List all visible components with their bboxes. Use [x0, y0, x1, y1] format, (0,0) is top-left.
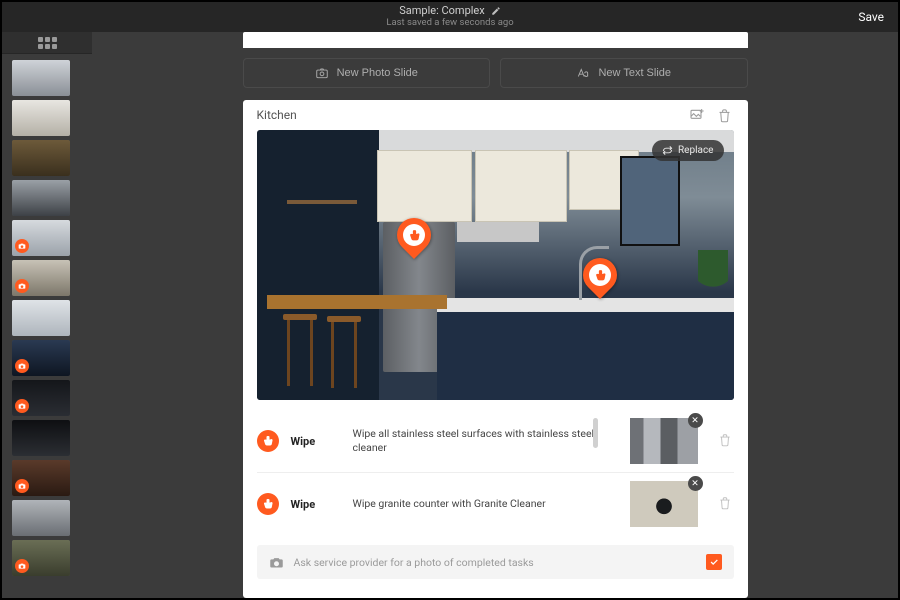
- remove-thumb-button[interactable]: ✕: [688, 413, 703, 428]
- task-marker[interactable]: [583, 258, 617, 300]
- wipe-icon: [257, 430, 279, 452]
- camera-badge-icon: [15, 479, 29, 493]
- task-name: Wipe: [291, 498, 341, 511]
- task-desc: Wipe granite counter with Granite Cleane…: [353, 497, 618, 511]
- remove-thumb-button[interactable]: ✕: [688, 476, 703, 491]
- add-image-button[interactable]: [688, 106, 706, 124]
- ask-provider-text: Ask service provider for a photo of comp…: [294, 556, 534, 569]
- camera-badge-icon: [15, 399, 29, 413]
- task-marker[interactable]: [397, 218, 431, 260]
- camera-icon: [315, 66, 329, 80]
- slide-photo[interactable]: Replace: [257, 130, 734, 400]
- pencil-icon[interactable]: [491, 6, 501, 16]
- thumbnail[interactable]: [12, 60, 70, 96]
- topbar: Sample: Complex Last saved a few seconds…: [2, 2, 898, 32]
- thumbnail[interactable]: [12, 460, 70, 496]
- new-photo-slide-button[interactable]: New Photo Slide: [243, 58, 491, 88]
- camera-badge-icon: [15, 559, 29, 573]
- task-list: Wipe Wipe all stainless steel surfaces wi…: [243, 400, 748, 535]
- delete-task-button[interactable]: [718, 432, 734, 451]
- camera-icon: [269, 555, 284, 570]
- thumbnail[interactable]: [12, 540, 70, 576]
- check-icon: [709, 557, 719, 567]
- thumbnail[interactable]: [12, 340, 70, 376]
- delete-task-button[interactable]: [718, 495, 734, 514]
- slide-title[interactable]: Kitchen: [257, 108, 297, 122]
- replace-label: Replace: [678, 145, 714, 156]
- ask-provider-row[interactable]: Ask service provider for a photo of comp…: [257, 545, 734, 579]
- task-name: Wipe: [291, 435, 341, 448]
- trash-icon: [718, 496, 732, 510]
- text-icon: [576, 66, 590, 80]
- new-text-slide-label: New Text Slide: [598, 67, 671, 79]
- replace-icon: [662, 145, 673, 156]
- task-row: Wipe Wipe all stainless steel surfaces wi…: [257, 410, 734, 473]
- replace-photo-button[interactable]: Replace: [652, 140, 724, 161]
- new-photo-slide-label: New Photo Slide: [337, 67, 418, 79]
- task-thumbnail[interactable]: [630, 481, 698, 527]
- main-canvas: New Photo Slide New Text Slide Kitchen: [92, 32, 898, 598]
- trash-icon: [718, 433, 732, 447]
- task-row: Wipe Wipe granite counter with Granite Cl…: [257, 473, 734, 535]
- thumbnail[interactable]: [12, 140, 70, 176]
- kitchen-scene: [257, 130, 734, 400]
- image-plus-icon: [689, 107, 705, 123]
- task-thumbnail[interactable]: [630, 418, 698, 464]
- sidebar: [2, 32, 92, 598]
- camera-badge-icon: [15, 279, 29, 293]
- wipe-icon: [257, 493, 279, 515]
- thumbnail[interactable]: [12, 420, 70, 456]
- grid-icon: [38, 37, 57, 49]
- thumbnail[interactable]: [12, 260, 70, 296]
- thumbnail[interactable]: [12, 300, 70, 336]
- trash-icon: [717, 108, 732, 123]
- thumbnail-strip: [2, 54, 92, 598]
- thumbnail-grid-toggle[interactable]: [2, 32, 92, 54]
- camera-badge-icon: [15, 239, 29, 253]
- scroll-indicator[interactable]: [593, 418, 598, 448]
- doc-title: Sample: Complex: [399, 5, 484, 17]
- thumbnail[interactable]: [12, 180, 70, 216]
- camera-badge-icon: [15, 359, 29, 373]
- ask-provider-checkbox[interactable]: [706, 554, 722, 570]
- thumbnail[interactable]: [12, 380, 70, 416]
- slide-card: Kitchen: [243, 100, 748, 598]
- prev-slide-peek: [243, 32, 748, 48]
- thumbnail[interactable]: [12, 100, 70, 136]
- thumbnail[interactable]: [12, 500, 70, 536]
- task-desc: Wipe all stainless steel surfaces with s…: [353, 427, 618, 455]
- save-status: Last saved a few seconds ago: [386, 18, 513, 28]
- delete-slide-button[interactable]: [716, 106, 734, 124]
- thumbnail[interactable]: [12, 220, 70, 256]
- new-text-slide-button[interactable]: New Text Slide: [500, 58, 748, 88]
